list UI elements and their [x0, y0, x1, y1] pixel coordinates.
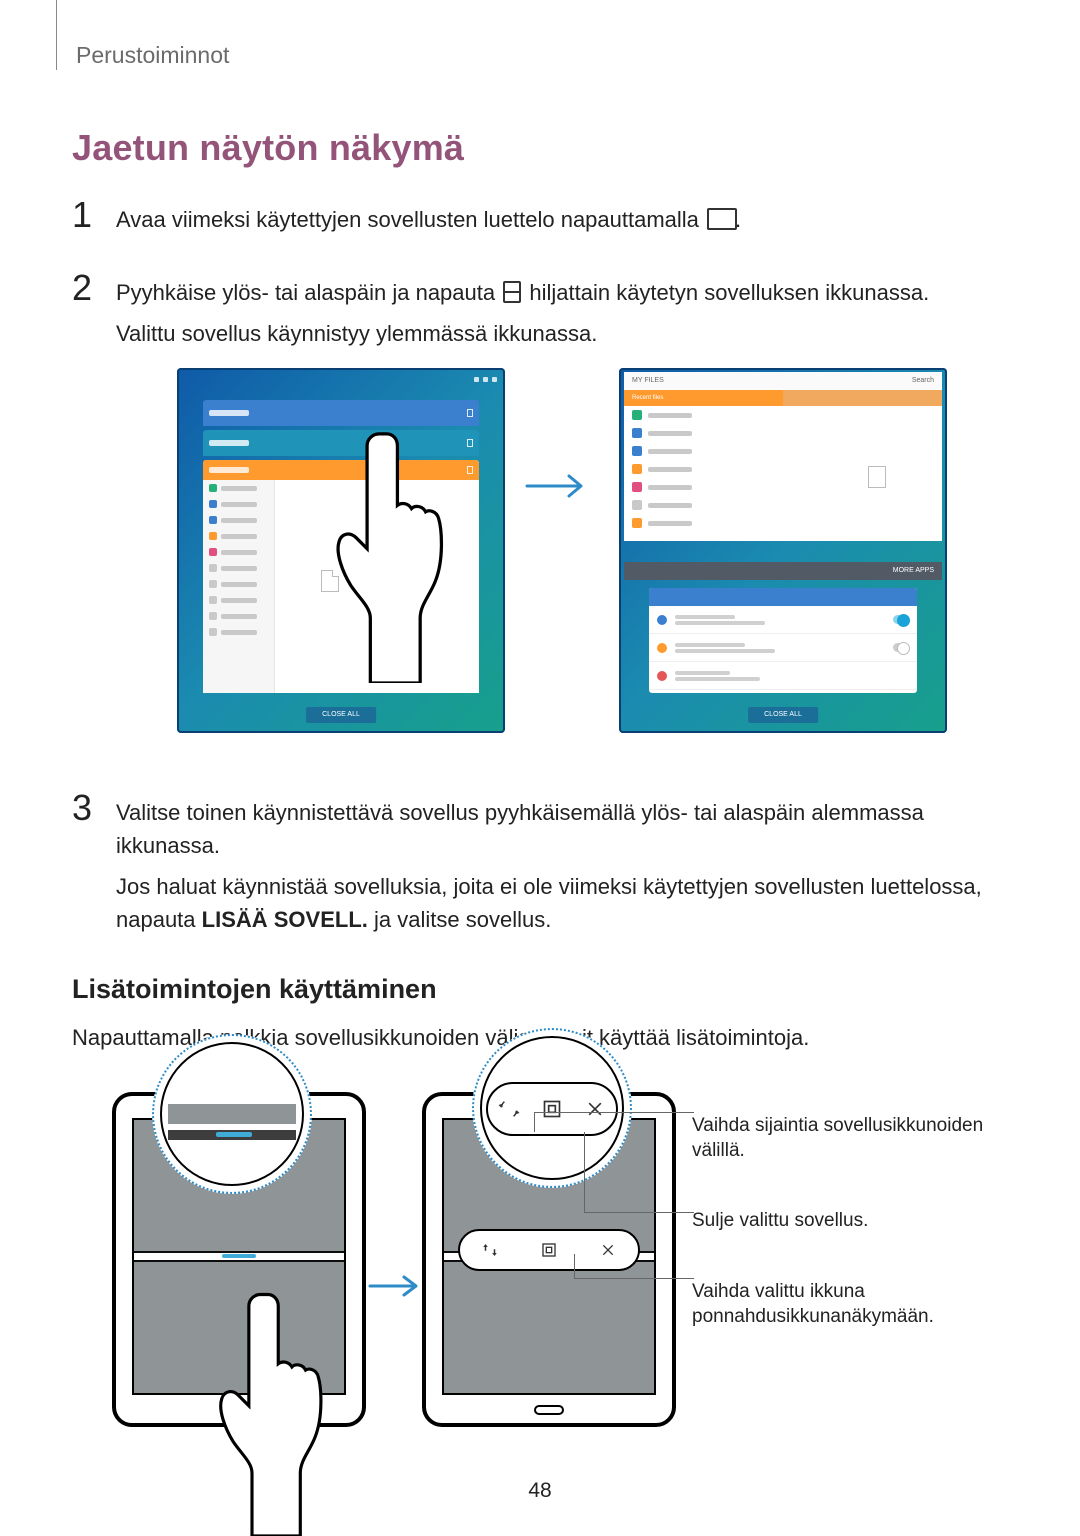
close-icon: [596, 1238, 620, 1262]
file-icon: [868, 466, 886, 488]
step-3-bold: LISÄÄ SOVELL.: [202, 907, 368, 932]
step-1-text: Avaa viimeksi käytettyjen sovellusten lu…: [116, 207, 705, 232]
device-after: [422, 1092, 676, 1427]
step-2-number: 2: [72, 270, 98, 764]
tablet-after: MY FILESSearch Recent files MORE APPS: [619, 368, 947, 733]
page-title: Jaetun näytön näkymä: [72, 127, 1008, 169]
downloads-icon: [209, 564, 217, 572]
step-2-text-c: Valittu sovellus käynnistyy ylemmässä ik…: [116, 317, 1008, 350]
popup-window-icon: [537, 1238, 561, 1262]
split-icon: [467, 439, 473, 447]
documents-icon: [632, 464, 642, 474]
step-2-text-a: Pyyhkäise ylös- tai alaspäin ja napauta: [116, 280, 501, 305]
step-3-text-c: ja valitse sovellus.: [374, 907, 551, 932]
breadcrumb: Perustoiminnot: [76, 42, 1008, 69]
close-all-pill: CLOSE ALL: [748, 707, 818, 724]
apk-icon: [632, 482, 642, 492]
section-heading: Lisätoimintojen käyttäminen: [72, 974, 1008, 1005]
illustration-recent-apps: CLOSE ALL MY FILESSearch Recent files: [177, 368, 947, 738]
close-icon: [583, 1097, 607, 1121]
arrow-right-icon: [368, 1274, 426, 1298]
divider-handle-icon: [222, 1254, 256, 1258]
callout-leader: [534, 1112, 694, 1113]
recent-apps-icon: [707, 212, 733, 230]
popup-window-icon: [540, 1097, 564, 1121]
audio-icon: [632, 428, 642, 438]
swap-windows-icon: [497, 1097, 521, 1121]
step-3-number: 3: [72, 790, 98, 944]
documents-icon: [209, 532, 217, 540]
callout-leader: [574, 1278, 694, 1279]
callout-swap: Vaihda sijaintia sovellusikkunoiden väli…: [692, 1114, 992, 1163]
callout-close: Sulje valittu sovellus.: [692, 1209, 992, 1234]
step-2-text-b: hiljattain käytetyn sovelluksen ikkunass…: [529, 280, 929, 305]
zoom-circle: [152, 1034, 312, 1194]
video-icon: [209, 516, 217, 524]
images-icon: [209, 484, 217, 492]
video-icon: [632, 446, 642, 456]
device-before: [112, 1092, 366, 1427]
split-icon: [467, 466, 473, 474]
audio-icon: [209, 500, 217, 508]
step-1-number: 1: [72, 197, 98, 244]
callout-popup: Vaihda valittu ikkuna ponnahdusikkunanäk…: [692, 1280, 992, 1329]
swap-windows-icon: [478, 1238, 502, 1262]
tablet-before: CLOSE ALL: [177, 368, 505, 733]
toggle-icon: [893, 643, 909, 652]
step-3-text-a: Valitse toinen käynnistettävä sovellus p…: [116, 796, 1008, 862]
hand-gesture-icon: [210, 1284, 336, 1536]
split-icon: [467, 409, 473, 417]
split-screen-icon: [503, 281, 521, 303]
arrow-right-icon: [525, 472, 593, 500]
close-all-pill: CLOSE ALL: [306, 707, 376, 724]
home-button-icon: [534, 1405, 564, 1415]
toggle-icon: [893, 615, 909, 624]
more-apps-label: MORE APPS: [893, 566, 934, 577]
zoom-circle: [472, 1028, 632, 1188]
page-number: 48: [528, 1479, 551, 1503]
apk-icon: [209, 548, 217, 556]
callout-leader: [584, 1212, 694, 1213]
images-icon: [632, 410, 642, 420]
illustration-split-bar: Vaihda sijaintia sovellusikkunoiden väli…: [72, 1078, 992, 1443]
hand-gesture-icon: [327, 423, 457, 683]
